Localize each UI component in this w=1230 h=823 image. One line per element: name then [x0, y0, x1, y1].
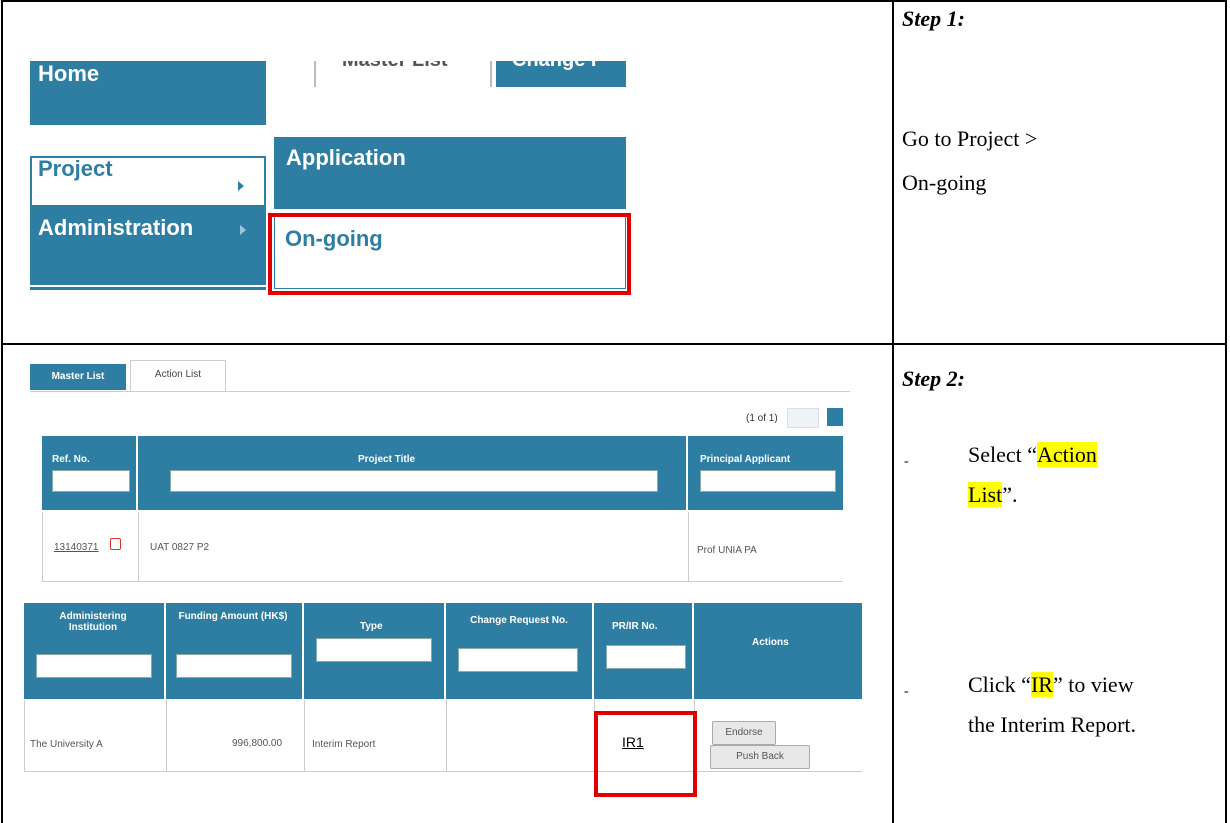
filter-pr-ir-no[interactable] — [606, 645, 686, 669]
table-column-divider — [892, 0, 894, 823]
cell-divider — [304, 700, 305, 772]
table-border-right — [1225, 0, 1227, 823]
bullet1-prefix: Select “ — [968, 442, 1038, 467]
step2-bullet2-line1: Click “IR” to view — [968, 668, 1134, 702]
tab-action-list[interactable]: Action List — [130, 360, 226, 392]
cell-type: Interim Report — [312, 739, 376, 750]
endorse-button[interactable]: Endorse — [712, 721, 776, 745]
header-principal-applicant-label: Principal Applicant — [700, 454, 791, 465]
tab-master-list[interactable]: Master List — [30, 364, 126, 390]
submenu-application[interactable]: Application — [274, 137, 626, 209]
nav-project-label: Project — [38, 156, 113, 181]
cell-funding-amount: 996,800.00 — [232, 738, 283, 749]
step1-text-line2: On-going — [902, 170, 987, 195]
bullet1-highlight-list: List — [968, 482, 1003, 507]
bullet-mark: - — [904, 684, 909, 699]
step2-bullet1-line1: Select “Action — [968, 438, 1097, 472]
header-actions-label: Actions — [752, 637, 789, 648]
filter-type[interactable] — [316, 638, 432, 662]
cell-divider — [166, 700, 167, 772]
table-row-divider — [1, 343, 1227, 345]
submenu-application-label: Application — [286, 145, 406, 170]
filter-funding-amount[interactable] — [176, 654, 292, 678]
filter-principal-applicant[interactable] — [700, 470, 836, 492]
cell-divider — [688, 512, 689, 582]
highlight-box-ir — [594, 711, 697, 797]
table-border-left — [1, 0, 3, 823]
header-change-request-label: Change Request No. — [470, 615, 568, 626]
bullet2-prefix: Click “ — [968, 672, 1031, 697]
pager-prev-button[interactable] — [787, 408, 819, 428]
header-pr-ir-no-label: PR/IR No. — [612, 621, 658, 632]
nav-administration-label: Administration — [38, 215, 194, 240]
bullet1-highlight-action: Action — [1037, 442, 1097, 467]
bullet-mark: - — [904, 454, 909, 469]
filter-project-title[interactable] — [170, 470, 658, 492]
header-actions: Actions — [694, 603, 862, 699]
table-border-top — [1, 0, 1227, 2]
cell-project-title: UAT 0827 P2 — [150, 542, 210, 553]
nav-bottom-line — [30, 287, 266, 290]
pager-text: (1 of 1) — [746, 413, 778, 424]
pdf-icon[interactable] — [110, 538, 121, 550]
bullet2-highlight-ir: IR — [1030, 672, 1053, 697]
tab-master-list-label: Master List — [342, 61, 448, 72]
filter-institution[interactable] — [36, 654, 152, 678]
header-project-title-label: Project Title — [358, 454, 416, 465]
pager-next-button[interactable] — [827, 408, 843, 426]
step2-bullet1-line2: List”. — [968, 478, 1018, 512]
tab-baseline — [30, 391, 850, 392]
header-funding-amount-label: Funding Amount (HK$) — [178, 611, 288, 622]
filter-ref-no[interactable] — [52, 470, 130, 492]
ref-no-link[interactable]: 13140371 — [54, 542, 99, 553]
tab-master-list-label: Master List — [51, 371, 105, 382]
bullet1-suffix: ”. — [1002, 482, 1018, 507]
header-funding-amount: Funding Amount (HK$) — [166, 603, 302, 699]
tab-master-list-cropped[interactable]: Master List — [314, 61, 492, 87]
filter-change-request[interactable] — [458, 648, 578, 672]
push-back-button[interactable]: Push Back — [710, 745, 810, 769]
bullet2-suffix: ” to view — [1052, 672, 1134, 697]
header-ref-no-label: Ref. No. — [52, 454, 90, 465]
cell-divider — [138, 512, 139, 582]
step2-title: Step 2: — [902, 366, 965, 391]
step1-title: Step 1: — [902, 6, 965, 31]
step1-text-line1: Go to Project > — [902, 126, 1038, 151]
tab-action-list-label: Action List — [154, 369, 202, 380]
cell-principal-applicant: Prof UNIA PA — [697, 545, 757, 556]
step2-bullet2-line2: the Interim Report. — [968, 712, 1137, 737]
chevron-right-icon — [240, 225, 246, 235]
tab-change-cropped[interactable]: Change I — [496, 61, 626, 87]
tab-change-label: Change I — [512, 61, 596, 72]
highlight-box-ongoing — [268, 213, 631, 295]
header-administering-institution: Administering Institution — [24, 603, 164, 699]
chevron-right-icon — [238, 181, 244, 191]
nav-home[interactable]: Home — [30, 61, 266, 125]
nav-administration[interactable]: Administration — [30, 205, 266, 285]
cell-divider — [446, 700, 447, 772]
header-type-label: Type — [360, 621, 383, 632]
header-administering-institution-label: Administering Institution — [59, 611, 127, 633]
cell-institution: The University A — [30, 739, 103, 750]
nav-home-label: Home — [38, 61, 100, 86]
